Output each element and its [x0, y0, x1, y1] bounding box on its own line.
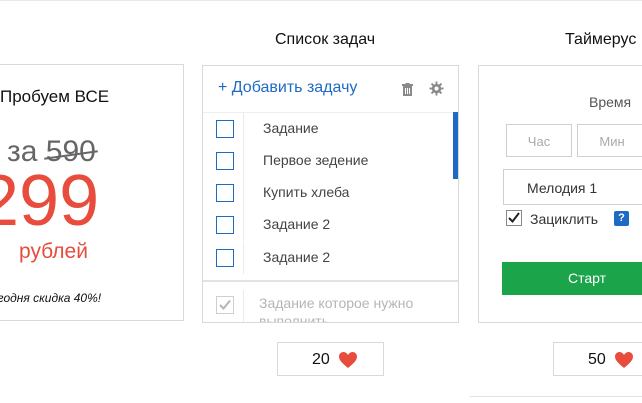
divider: [243, 242, 244, 274]
task-list-header: + Добавить задачу: [203, 66, 458, 113]
task-list: Задание Первое зедение Купить хлеба Зада…: [203, 113, 458, 283]
task-checkbox[interactable]: [216, 216, 234, 234]
top-divider: [0, 0, 642, 1]
start-button[interactable]: Старт: [502, 262, 642, 295]
task-label: Первое зедение: [263, 152, 369, 168]
scrollbar-thumb[interactable]: [453, 112, 458, 179]
loop-label: Зациклить: [530, 211, 599, 227]
divider: [243, 113, 244, 145]
task-label: Купить хлеба: [263, 184, 350, 200]
task-checkbox[interactable]: [216, 184, 234, 202]
heart-icon: [339, 352, 357, 368]
list-item[interactable]: Купить хлеба: [203, 177, 455, 209]
task-list-card: + Добавить задачу Задание Первое зедение…: [202, 65, 459, 323]
promo-card: Пробуем ВСЕ за 590 299 рублей егодня ски…: [0, 64, 184, 321]
completed-task-checkbox[interactable]: [216, 296, 234, 314]
minutes-placeholder: Мин: [599, 134, 625, 149]
list-item[interactable]: Задание 2: [203, 209, 455, 241]
like-button-tasks[interactable]: 20: [277, 342, 384, 376]
checkmark-icon: [219, 299, 231, 310]
checkmark-icon: [508, 212, 520, 224]
melody-value: Мелодия 1: [527, 180, 598, 196]
minutes-input[interactable]: Мин: [577, 124, 642, 157]
list-item[interactable]: Задание 2: [203, 242, 455, 274]
task-checkbox[interactable]: [216, 249, 234, 267]
price-unit: рублей: [19, 240, 88, 263]
divider: [243, 290, 244, 322]
promo-title: Пробуем ВСЕ: [0, 87, 110, 106]
like-count: 50: [588, 351, 606, 368]
hours-placeholder: Час: [527, 134, 551, 149]
next-card-edge: [470, 396, 642, 397]
loop-checkbox[interactable]: [506, 210, 522, 226]
completed-task[interactable]: Задание которое нужно выполнить: [203, 286, 455, 323]
discount-note: егодня скидка 40%!: [0, 291, 102, 305]
tasks-column-title: Список задач: [275, 31, 376, 48]
divider: [243, 145, 244, 177]
completed-divider: [203, 280, 458, 282]
trash-icon[interactable]: [401, 83, 414, 96]
help-icon[interactable]: ?: [614, 211, 629, 226]
divider: [243, 177, 244, 209]
completed-task-label: Задание которое нужно выполнить: [259, 295, 414, 323]
time-label: Время: [589, 94, 632, 110]
task-checkbox[interactable]: [216, 120, 234, 138]
like-count: 20: [312, 351, 330, 368]
add-task-button[interactable]: + Добавить задачу: [218, 79, 357, 97]
task-label: Задание 2: [263, 216, 331, 232]
heart-icon: [615, 352, 633, 368]
melody-select[interactable]: Мелодия 1: [503, 169, 642, 205]
timer-column-title: Таймерус: [565, 31, 637, 48]
list-item[interactable]: Первое зедение: [203, 145, 455, 177]
task-checkbox[interactable]: [216, 152, 234, 170]
list-item[interactable]: Задание: [203, 113, 455, 145]
divider: [243, 209, 244, 241]
like-button-timer[interactable]: 50: [553, 342, 642, 376]
gear-icon[interactable]: [429, 81, 444, 96]
timer-card: Время Час Мин Мелодия 1 Зациклить ? Стар…: [478, 65, 642, 323]
task-label: Задание 2: [263, 249, 331, 265]
hours-input[interactable]: Час: [506, 124, 572, 157]
task-label: Задание: [263, 120, 319, 136]
new-price: 299: [0, 161, 100, 241]
